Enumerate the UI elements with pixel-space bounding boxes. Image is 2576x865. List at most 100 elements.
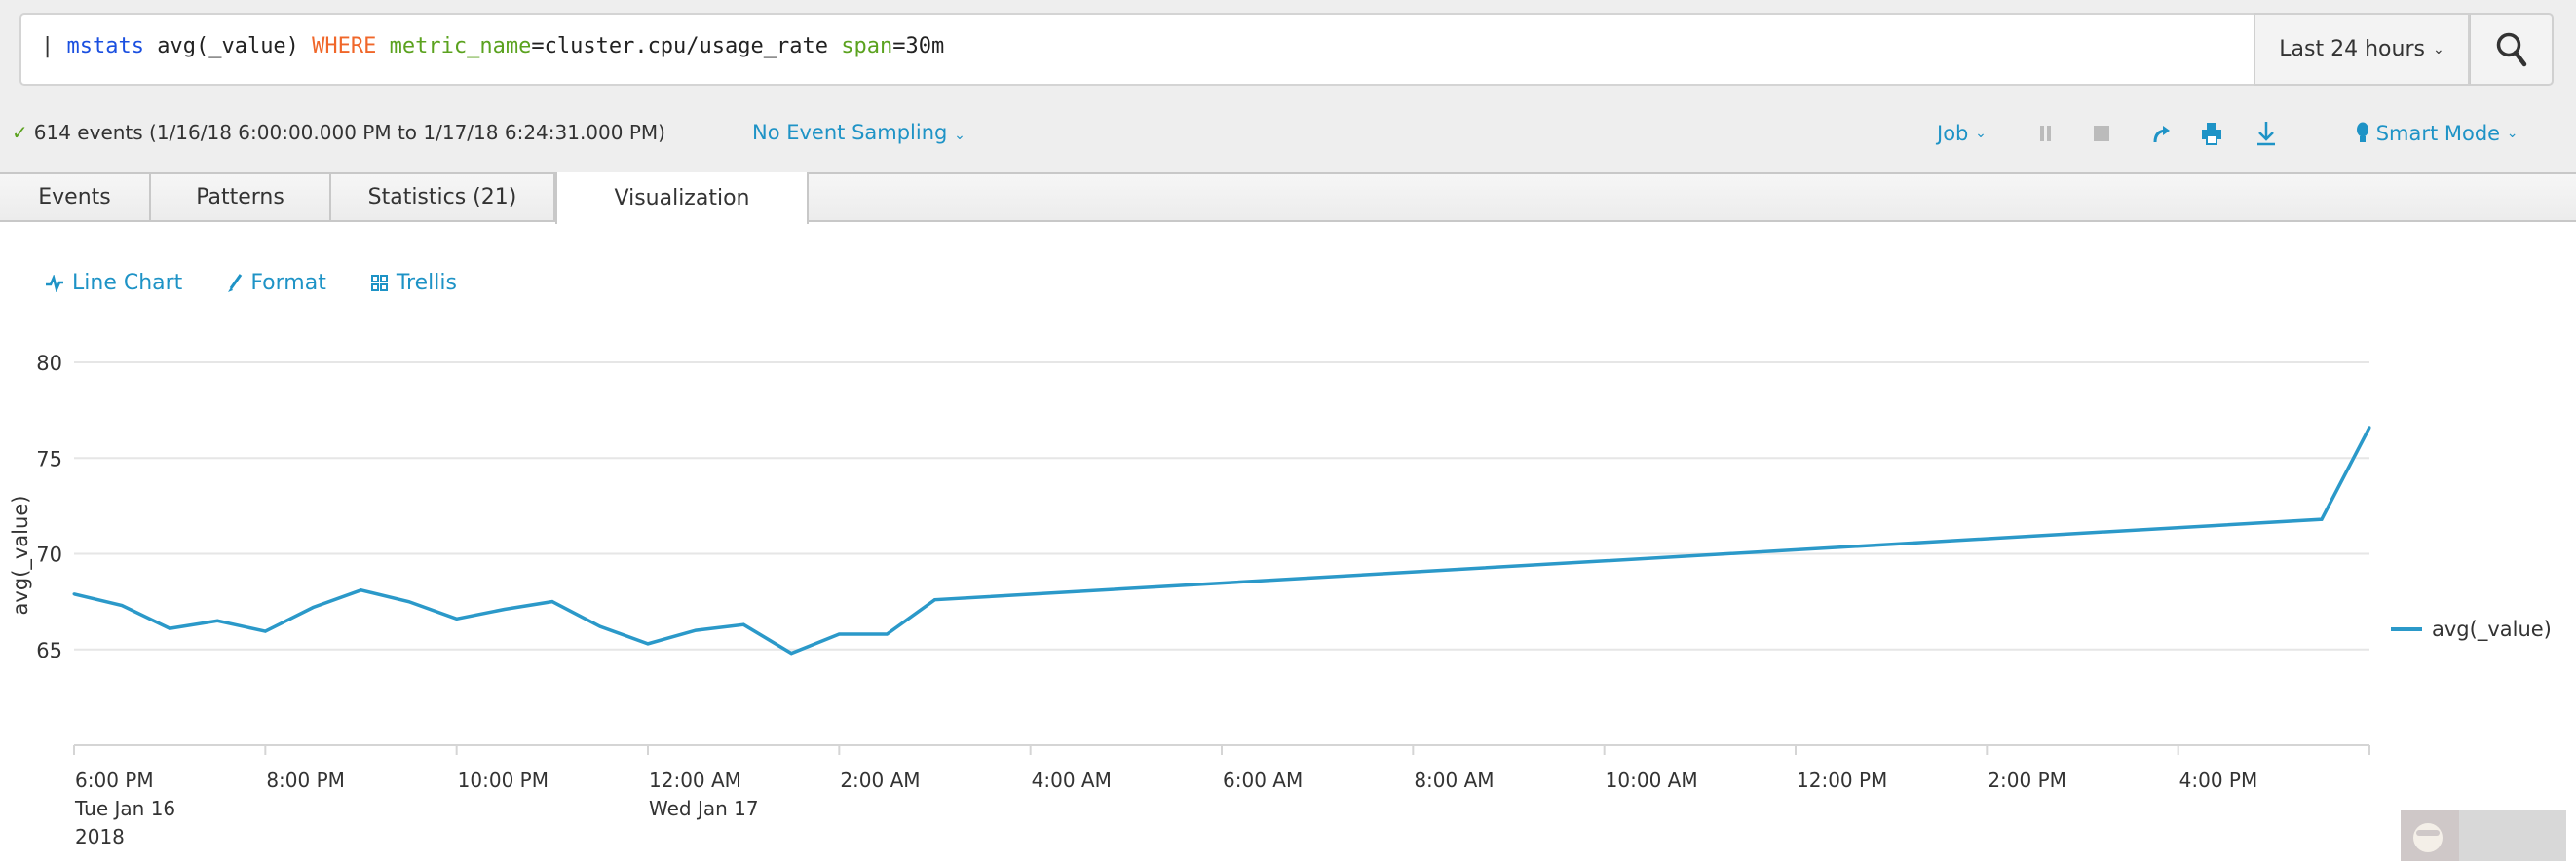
trellis-button[interactable]: Trellis: [370, 271, 457, 295]
lightbulb-icon: [2357, 122, 2368, 142]
tab-statistics[interactable]: Statistics (21): [331, 172, 555, 222]
data-point: [885, 632, 889, 636]
query-token-text: [376, 34, 389, 58]
query-token-argument: metric_name: [389, 34, 532, 58]
tab-events[interactable]: Events: [0, 172, 151, 222]
event-count: 614 events (1/16/18 6:00:00.000 PM to 1/…: [33, 121, 665, 144]
search-button[interactable]: [2470, 13, 2554, 86]
query-token-pipe: |: [41, 34, 67, 58]
print-button[interactable]: [2201, 119, 2222, 148]
y-tick-label: 70: [36, 544, 62, 567]
x-tick-label: Tue Jan 16: [74, 797, 175, 820]
stop-button[interactable]: [2093, 119, 2110, 148]
query-token-text: =30m: [892, 34, 945, 58]
data-point: [837, 632, 841, 636]
x-tick-label: 2:00 PM: [1988, 769, 2066, 792]
line-chart: 6:00 PM Tue Jan 16 2018 8:00 PM 10:00 PM 12:0…: [9, 352, 2552, 848]
x-tick-label: 10:00 AM: [1606, 769, 1698, 792]
pause-button[interactable]: [2039, 119, 2053, 148]
visualization-toolbar: Line Chart Format Trellis: [45, 271, 457, 295]
search-icon: [2496, 32, 2526, 66]
pause-icon: [2040, 126, 2051, 141]
line-chart-icon: [46, 274, 63, 292]
check-icon: ✓: [12, 121, 28, 144]
data-point: [2320, 517, 2324, 521]
data-point: [550, 600, 554, 604]
x-tick-label: 2018: [75, 825, 125, 848]
data-point: [2368, 426, 2371, 430]
mode-label: Smart Mode: [2375, 122, 2501, 145]
chart-type-button[interactable]: Line Chart: [45, 271, 182, 295]
x-tick-label: 8:00 PM: [266, 769, 345, 792]
print-icon: [2202, 123, 2221, 145]
tab-visualization[interactable]: Visualization: [555, 172, 809, 224]
tab-label: Visualization: [614, 186, 750, 210]
stop-icon: [2094, 126, 2109, 141]
y-tick-label: 80: [36, 352, 62, 375]
data-point: [360, 588, 362, 592]
x-tick-label: 12:00 PM: [1797, 769, 1887, 792]
chart-type-label: Line Chart: [72, 271, 183, 295]
x-tick-label: 2:00 AM: [840, 769, 920, 792]
data-point: [694, 628, 698, 632]
data-point: [646, 642, 650, 646]
tab-label: Statistics (21): [367, 185, 517, 209]
data-point: [311, 606, 315, 610]
data-point: [407, 600, 411, 604]
x-tick-label: 6:00 PM: [75, 769, 154, 792]
tab-label: Events: [38, 185, 111, 209]
query-token-command: mstats: [66, 34, 144, 58]
query-token-argument: span: [841, 34, 893, 58]
chevron-down-icon: ⌄: [1975, 126, 1987, 141]
job-label: Job: [1937, 122, 1969, 145]
x-tick-label: 12:00 AM: [649, 769, 741, 792]
x-tick-label: 4:00 AM: [1032, 769, 1112, 792]
data-point: [503, 607, 507, 611]
chevron-down-icon: ⌄: [954, 128, 966, 143]
data-point: [789, 652, 793, 656]
chevron-down-icon: ⌄: [2506, 126, 2519, 141]
download-icon: [2257, 122, 2275, 146]
data-point: [263, 629, 267, 633]
query-token-keyword: WHERE: [312, 34, 377, 58]
data-point: [741, 622, 745, 626]
x-tick-label: 8:00 AM: [1414, 769, 1494, 792]
y-axis-title: avg(_value): [9, 496, 33, 616]
y-tick-label: 65: [36, 639, 62, 662]
event-summary: ✓ 614 events (1/16/18 6:00:00.000 PM to …: [12, 121, 665, 144]
x-tick-label: 6:00 AM: [1223, 769, 1303, 792]
search-query[interactable]: | mstats avg(_value) WHERE metric_name=c…: [41, 34, 944, 58]
event-sampling-dropdown[interactable]: No Event Sampling ⌄: [752, 121, 966, 144]
data-point: [72, 592, 76, 596]
data-point: [455, 617, 459, 621]
x-tick-label: 10:00 PM: [458, 769, 549, 792]
time-range-label: Last 24 hours: [2279, 37, 2425, 61]
legend-label: avg(_value): [2432, 618, 2552, 642]
search-input[interactable]: | mstats avg(_value) WHERE metric_name=c…: [19, 13, 2254, 86]
search-mode-dropdown[interactable]: Smart Mode ⌄: [2356, 119, 2519, 148]
data-point: [168, 626, 171, 630]
chevron-down-icon: ⌄: [2432, 41, 2444, 57]
export-button[interactable]: [2255, 119, 2277, 148]
x-tick-label: 4:00 PM: [2179, 769, 2258, 792]
query-token-text: =cluster.cpu/usage_rate: [531, 34, 842, 58]
series-line-avg-value: [73, 427, 2371, 656]
data-point: [120, 604, 124, 608]
data-point: [598, 624, 602, 628]
x-tick-label: Wed Jan 17: [649, 797, 759, 820]
share-button[interactable]: [2151, 119, 2173, 148]
share-icon: [2153, 126, 2170, 143]
format-button[interactable]: Format: [227, 271, 326, 295]
time-range-picker[interactable]: Last 24 hours ⌄: [2254, 13, 2470, 86]
trellis-icon: [370, 274, 388, 291]
format-label: Format: [250, 271, 326, 295]
job-menu[interactable]: Job ⌄: [1937, 119, 1987, 148]
monkey-logo-icon: [2401, 810, 2459, 861]
data-point: [215, 619, 219, 622]
trellis-label: Trellis: [396, 271, 457, 295]
y-tick-label: 75: [36, 447, 62, 470]
tab-label: Patterns: [196, 185, 284, 209]
results-tabs: Events Patterns Statistics (21) Visualiz…: [0, 172, 2576, 224]
watermark-logo: [2401, 810, 2566, 861]
tab-patterns[interactable]: Patterns: [151, 172, 331, 222]
